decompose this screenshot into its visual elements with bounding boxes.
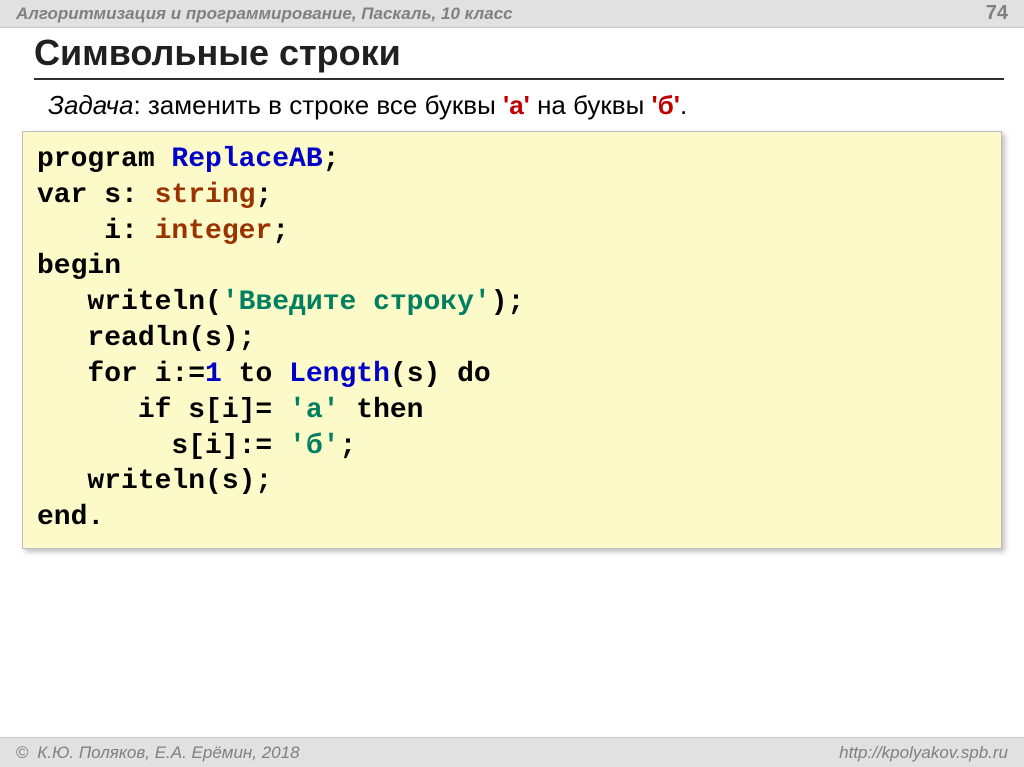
code-t: var s: [37,180,155,211]
code-t: ); [491,287,525,318]
code-t: if s[i]= [37,395,289,426]
task-t2: на буквы [530,90,652,120]
course-label: Алгоритмизация и программирование, Паска… [16,4,513,24]
code-type: string [155,180,256,211]
task-char-b: 'б' [652,90,680,120]
slide: Алгоритмизация и программирование, Паска… [0,0,1024,767]
code-t: ; [339,431,356,462]
code-t: end. [37,502,104,533]
code-func: Length [289,359,390,390]
code-t: ; [272,216,289,247]
code-t: i: [37,216,155,247]
title-rule [34,78,1004,80]
task-t1: заменить в строке все буквы [148,90,503,120]
copyright-icon: © [16,743,29,762]
code-str: 'б' [289,431,339,462]
code-box: program ReplaceAB; var s: string; i: int… [22,131,1002,549]
code-type: integer [155,216,273,247]
title-wrap: Символьные строки [0,28,1024,82]
footer-copyright: © К.Ю. Поляков, Е.А. Ерёмин, 2018 [16,743,300,763]
code-t: readln(s); [37,323,255,354]
code-t: (s) do [390,359,491,390]
footer-copy-text: К.Ю. Поляков, Е.А. Ерёмин, 2018 [33,743,300,762]
code-t: ; [255,180,272,211]
code-ident: ReplaceAB [171,144,322,175]
code-t: begin [37,251,121,282]
code: program ReplaceAB; var s: string; i: int… [37,142,987,536]
code-t: program [37,144,171,175]
task-label: Задача [48,90,133,120]
code-t: then [339,395,423,426]
code-str: 'а' [289,395,339,426]
header-bar: Алгоритмизация и программирование, Паска… [0,0,1024,28]
footer-bar: © К.Ю. Поляков, Е.А. Ерёмин, 2018 http:/… [0,737,1024,767]
code-t: writeln( [37,287,222,318]
page-title: Символьные строки [34,32,1004,74]
task-text: Задача: заменить в строке все буквы 'а' … [0,82,1024,127]
code-num: 1 [205,359,222,390]
code-t: s[i]:= [37,431,289,462]
task-sep: : [133,90,147,120]
code-t: writeln(s); [37,466,272,497]
footer-url: http://kpolyakov.spb.ru [839,743,1008,763]
code-t: for i:= [37,359,205,390]
task-char-a: 'а' [503,90,530,120]
task-t3: . [680,90,687,120]
code-str: 'Введите строку' [222,287,491,318]
code-t: ; [323,144,340,175]
page-number: 74 [986,2,1008,25]
code-t: to [222,359,289,390]
